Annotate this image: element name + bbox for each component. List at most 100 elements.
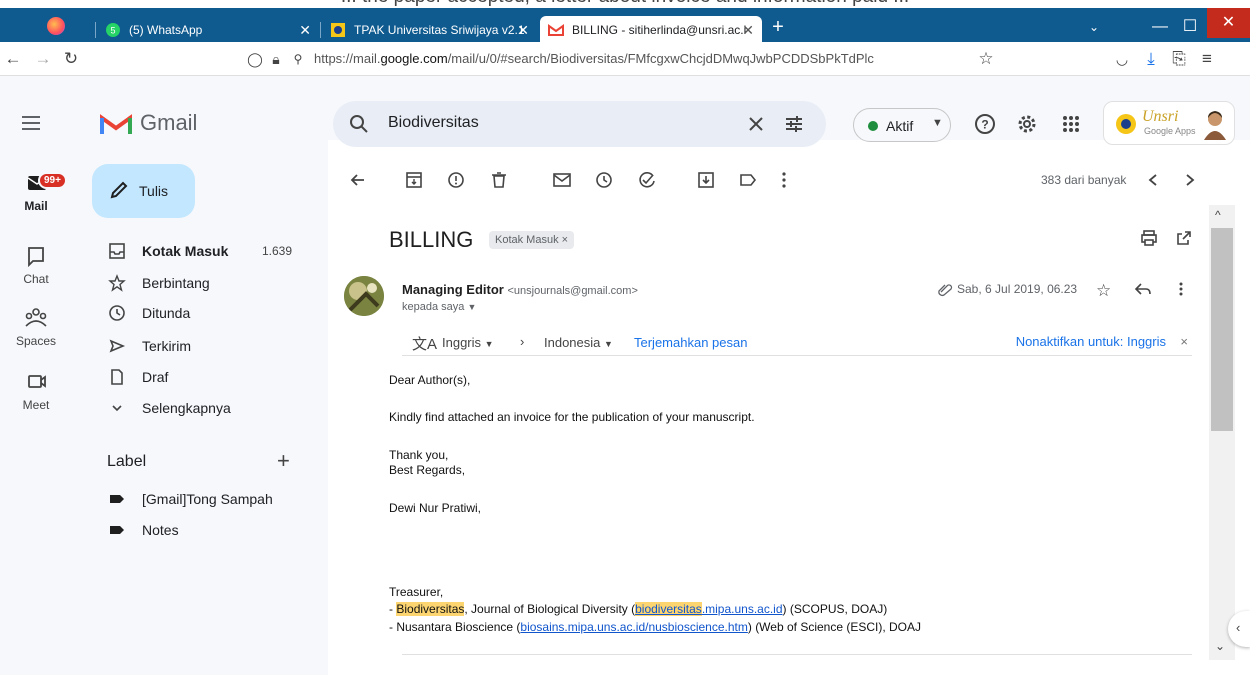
org-logo-text: Unsri — [1142, 108, 1179, 125]
downloads-icon[interactable]: ⤓ — [1140, 48, 1162, 70]
move-to-icon[interactable] — [697, 170, 715, 190]
sidebar-item-label: Draf — [142, 369, 169, 385]
help-icon[interactable]: ? — [974, 113, 996, 135]
body-thanks: Thank you, — [389, 448, 449, 462]
remove-label-icon[interactable]: × — [562, 234, 568, 246]
gmail-icon — [548, 22, 564, 38]
search-options-icon[interactable] — [784, 114, 804, 134]
rail-spaces[interactable]: Spaces — [0, 306, 72, 348]
print-icon[interactable] — [1140, 229, 1158, 247]
journal-link[interactable]: biodiversitas.mipa.uns.ac.id — [635, 602, 783, 616]
translate-bar: 文A Inggris ▼ › Indonesia ▼ Terjemahkan p… — [402, 330, 1192, 356]
apps-grid-icon[interactable] — [1060, 113, 1082, 135]
meet-icon — [20, 370, 52, 394]
tab-whatsapp[interactable]: 5 (5) WhatsApp ✕ — [97, 16, 319, 44]
gmail-logo-icon[interactable] — [100, 112, 132, 136]
tab-tpak[interactable]: TPAK Universitas Sriwijaya v2.1 ✕ — [322, 16, 537, 44]
sidebar-item-starred[interactable]: Berbintang — [108, 270, 210, 296]
sidebar-item-sent[interactable]: Terkirim — [108, 333, 191, 359]
minimize-icon[interactable]: — — [1147, 16, 1173, 40]
app-menu-icon[interactable]: ≡ — [1196, 48, 1218, 70]
close-icon[interactable]: × — [1180, 334, 1188, 349]
more-vert-icon[interactable] — [778, 170, 790, 190]
source-language-dropdown[interactable]: Inggris ▼ — [442, 335, 494, 350]
search-input[interactable]: Biodiversitas — [388, 114, 479, 132]
snooze-icon[interactable] — [594, 170, 614, 190]
status-dot — [868, 121, 878, 131]
add-task-icon[interactable] — [637, 170, 657, 190]
label-icon — [108, 521, 126, 539]
translate-message-link[interactable]: Terjemahkan pesan — [634, 335, 747, 350]
status-dropdown[interactable]: Aktif ▼ — [853, 108, 951, 142]
search-bar[interactable]: Biodiversitas — [333, 101, 826, 147]
back-to-list-icon[interactable] — [348, 170, 368, 190]
sidebar-item-more[interactable]: Selengkapnya — [108, 395, 231, 421]
report-spam-icon[interactable] — [447, 170, 465, 190]
label-as-icon[interactable] — [738, 170, 758, 190]
status-label: Aktif — [886, 118, 914, 134]
new-tab-icon[interactable]: + — [766, 16, 790, 40]
journal-link-rest: .mipa.uns.ac.id — [701, 602, 783, 616]
tab-label: BILLING - sitiherlinda@unsri.ac.i — [572, 23, 747, 37]
open-new-window-icon[interactable] — [1175, 229, 1193, 247]
sender-name[interactable]: Managing Editor — [402, 282, 504, 297]
star-message-icon[interactable]: ☆ — [1096, 281, 1111, 301]
compose-button[interactable]: Tulis — [92, 164, 195, 218]
sidebar-item-drafts[interactable]: Draf — [108, 364, 168, 390]
sender-avatar[interactable] — [344, 276, 384, 316]
recipient-toggle[interactable]: kepada saya ▼ — [402, 301, 476, 313]
reply-icon[interactable] — [1134, 281, 1152, 297]
permissions-icon[interactable]: ⚲ — [287, 48, 309, 70]
label-chip-text: Kotak Masuk — [495, 234, 559, 246]
labels-heading: Label — [107, 453, 147, 470]
rail-chat[interactable]: Chat — [0, 244, 72, 286]
url-field[interactable]: https://mail.google.com/mail/u/0/#search… — [314, 51, 874, 66]
scroll-down-icon[interactable]: ⌄ — [1215, 639, 1225, 653]
draft-icon — [108, 368, 126, 386]
scroll-up-icon[interactable]: ^ — [1215, 208, 1221, 222]
close-tab-icon[interactable]: ✕ — [299, 22, 311, 39]
journal-link[interactable]: biosains.mipa.uns.ac.id/nusbioscience.ht… — [520, 620, 747, 634]
clock-icon — [108, 304, 126, 322]
pocket-icon[interactable]: ◡ — [1111, 48, 1133, 70]
user-avatar[interactable] — [1200, 108, 1230, 140]
body-greeting: Dear Author(s), — [389, 373, 471, 387]
add-label-icon[interactable]: + — [277, 448, 290, 474]
older-icon[interactable] — [1183, 170, 1197, 190]
label-trash[interactable]: [Gmail]Tong Sampah — [108, 486, 273, 512]
delete-icon[interactable] — [490, 170, 508, 190]
settings-gear-icon[interactable] — [1016, 113, 1038, 135]
journal-suffix: ) (SCOPUS, DOAJ) — [782, 602, 888, 616]
sidebar-item-inbox[interactable]: Kotak Masuk — [108, 238, 228, 264]
account-switcher[interactable]: Unsri Google Apps — [1103, 101, 1235, 145]
close-tab-icon[interactable]: ✕ — [517, 22, 529, 39]
maximize-icon[interactable]: ☐ — [1177, 16, 1203, 40]
search-icon[interactable] — [349, 114, 369, 134]
target-language-dropdown[interactable]: Indonesia ▼ — [544, 335, 613, 350]
bookmark-star-icon[interactable]: ☆ — [975, 48, 997, 70]
close-window-icon[interactable]: ✕ — [1207, 8, 1250, 38]
close-tab-icon[interactable]: ✕ — [742, 22, 754, 39]
sidebar-item-snoozed[interactable]: Ditunda — [108, 300, 190, 326]
list-tabs-icon[interactable]: ⌄ — [1082, 16, 1106, 40]
lock-icon[interactable]: 🔒︎ — [265, 48, 287, 70]
disable-translate-link[interactable]: Nonaktifkan untuk: Inggris — [1016, 334, 1166, 349]
label-notes[interactable]: Notes — [108, 517, 179, 543]
back-icon[interactable]: ← — [2, 48, 24, 70]
rail-meet[interactable]: Meet — [0, 370, 72, 412]
shield-icon[interactable]: ◯ — [244, 48, 266, 70]
label-chip[interactable]: Kotak Masuk × — [489, 231, 575, 249]
archive-icon[interactable] — [405, 170, 423, 190]
newer-icon[interactable] — [1146, 170, 1160, 190]
firefox-logo-icon[interactable] — [47, 17, 65, 35]
extensions-icon[interactable]: ⎘ — [1168, 48, 1190, 70]
reload-icon[interactable]: ↻ — [60, 48, 82, 70]
more-message-icon[interactable] — [1176, 281, 1186, 297]
scrollbar-thumb[interactable] — [1211, 228, 1233, 431]
main-menu-icon[interactable] — [20, 113, 42, 133]
mark-unread-icon[interactable] — [552, 170, 572, 190]
scrollbar[interactable]: ^ ⌄ — [1209, 205, 1235, 660]
clear-search-icon[interactable] — [746, 114, 766, 134]
tab-billing[interactable]: BILLING - sitiherlinda@unsri.ac.i ✕ — [540, 16, 762, 44]
spaces-icon — [20, 306, 52, 330]
